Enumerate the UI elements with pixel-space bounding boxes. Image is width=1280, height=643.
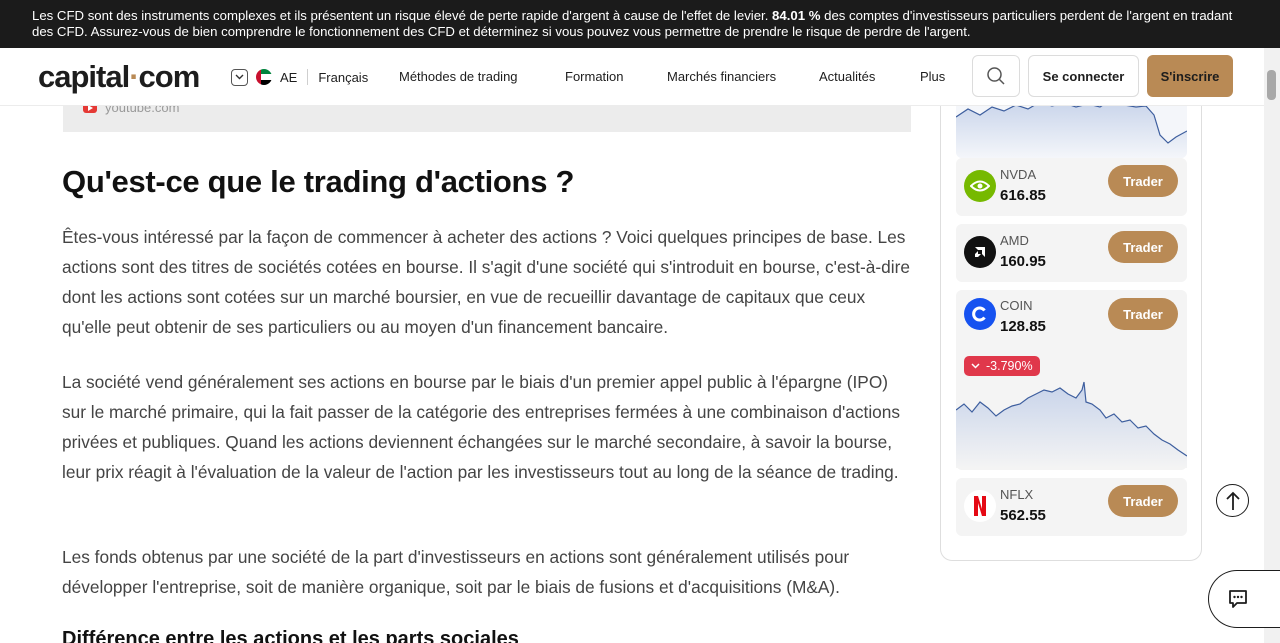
back-to-top-button[interactable] <box>1216 484 1249 517</box>
main-content: youtube.com Qu'est-ce que le trading d'a… <box>0 106 1264 643</box>
ticker-symbol: NVDA <box>1000 167 1037 182</box>
ticker-symbol: AMD <box>1000 233 1029 248</box>
login-button[interactable]: Se connecter <box>1028 55 1139 97</box>
search-button[interactable] <box>972 55 1020 97</box>
ticker-card-coin[interactable]: COIN 128.85 Trader -3.790% <box>956 290 1187 470</box>
divider <box>307 69 309 85</box>
ticker-price: 562.55 <box>1000 507 1046 524</box>
ticker-card-nflx[interactable]: NFLX 562.55 Trader <box>956 478 1187 536</box>
scrollbar-thumb[interactable] <box>1267 70 1276 100</box>
region-code[interactable]: AE <box>280 70 297 85</box>
chat-button[interactable] <box>1208 570 1280 628</box>
article-paragraph: Les fonds obtenus par une société de la … <box>62 547 850 597</box>
logo-text-right: com <box>138 59 201 94</box>
amd-logo-icon <box>964 236 996 268</box>
trade-button[interactable]: Trader <box>1108 231 1178 263</box>
trade-button[interactable]: Trader <box>1108 165 1178 197</box>
risk-warning-banner: Les CFD sont des instruments complexes e… <box>0 0 1280 48</box>
risk-percent: 84.01 % <box>772 8 821 23</box>
chevron-down-icon <box>971 363 980 369</box>
logo-text-left: capital <box>38 59 130 94</box>
article-paragraph: La société vend généralement ses actions… <box>62 372 901 482</box>
market-sidebar: NVDA 616.85 Trader AMD 160.95 Trader COI… <box>940 106 1202 561</box>
page-scrollbar[interactable] <box>1264 48 1280 643</box>
nav-education[interactable]: Formation <box>565 69 624 84</box>
netflix-logo-icon <box>964 490 996 522</box>
chat-icon <box>1229 590 1247 608</box>
video-source-label: youtube.com <box>105 106 180 115</box>
coin-price-chart <box>956 381 1187 468</box>
signup-button[interactable]: S'inscrire <box>1147 55 1233 97</box>
coinbase-logo-icon <box>964 298 996 330</box>
top-navigation: capital·com AE Français Méthodes de trad… <box>0 48 1264 106</box>
section-heading: Différence entre les actions et les part… <box>62 628 519 643</box>
uae-flag-icon <box>256 69 272 85</box>
ticker-symbol: NFLX <box>1000 487 1034 502</box>
ticker-symbol: COIN <box>1000 298 1033 313</box>
ticker-price: 160.95 <box>1000 253 1046 270</box>
arrow-up-icon <box>1225 491 1240 510</box>
nav-news[interactable]: Actualités <box>819 69 875 84</box>
youtube-icon <box>83 106 97 113</box>
price-change-badge: -3.790% <box>964 356 1040 376</box>
ticker-price: 616.85 <box>1000 187 1046 204</box>
article-title: Qu'est-ce que le trading d'actions ? <box>62 164 575 199</box>
ticker-card-amd[interactable]: AMD 160.95 Trader <box>956 224 1187 282</box>
search-icon <box>987 67 1005 85</box>
nvidia-logo-icon <box>964 170 996 202</box>
chevron-down-icon[interactable] <box>231 68 248 86</box>
ticker-card-nvda[interactable]: NVDA 616.85 Trader <box>956 158 1187 216</box>
video-embed[interactable]: youtube.com <box>63 106 911 132</box>
ticker-price: 128.85 <box>1000 318 1046 335</box>
logo-dot: · <box>129 59 139 94</box>
nav-trading-methods[interactable]: Méthodes de trading <box>399 69 518 84</box>
nav-more[interactable]: Plus <box>920 69 945 84</box>
price-chart <box>956 106 1187 158</box>
language-label[interactable]: Français <box>318 70 368 85</box>
trade-button[interactable]: Trader <box>1108 298 1178 330</box>
article-paragraph: Êtes-vous intéressé par la façon de comm… <box>62 227 910 337</box>
region-language-selector[interactable]: AE Français <box>231 68 368 86</box>
risk-text-start: Les CFD sont des instruments complexes e… <box>32 8 773 23</box>
trade-button[interactable]: Trader <box>1108 485 1178 517</box>
capital-com-logo[interactable]: capital·com <box>38 59 201 95</box>
nav-financial-markets[interactable]: Marchés financiers <box>667 69 776 84</box>
price-change-value: -3.790% <box>986 359 1033 373</box>
video-source: youtube.com <box>83 106 179 115</box>
